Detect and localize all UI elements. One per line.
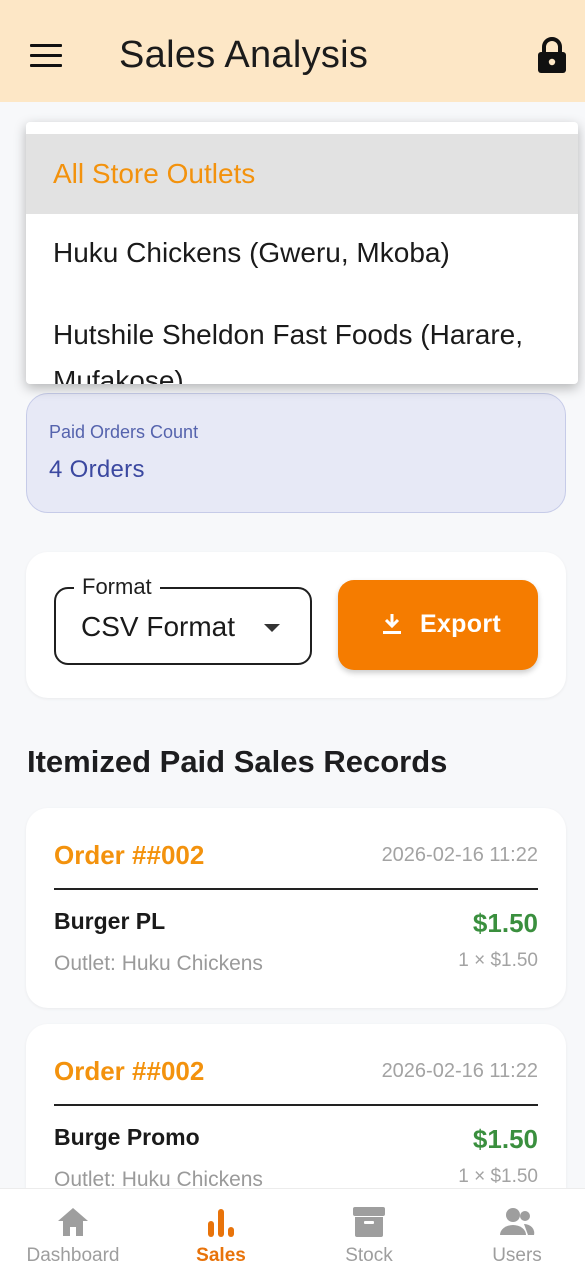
main-content: All Store Outlets Huku Chickens (Gweru, … — [0, 102, 585, 1188]
dropdown-item-all-outlets[interactable]: All Store Outlets — [26, 134, 578, 214]
format-select[interactable]: Format CSV Format — [54, 574, 312, 665]
export-button[interactable]: Export — [338, 580, 538, 670]
divider — [54, 888, 538, 890]
item-name: Burger PL — [54, 908, 166, 934]
item-outlet: Outlet: Huku Chickens — [54, 952, 263, 975]
export-button-label: Export — [420, 610, 501, 638]
home-icon — [58, 1208, 88, 1236]
order-card[interactable]: Order ##002 2026-02-16 11:22 Burge Promo… — [26, 1024, 566, 1188]
records-title: Itemized Paid Sales Records — [27, 744, 448, 779]
divider — [54, 1104, 538, 1106]
paid-orders-card: Paid Orders Count 4 Orders — [26, 393, 566, 513]
order-id: Order ##002 — [54, 1056, 205, 1086]
chevron-down-icon — [264, 624, 280, 632]
users-icon — [500, 1208, 535, 1235]
nav-label-users: Users — [492, 1245, 542, 1266]
nav-label-sales: Sales — [196, 1245, 246, 1266]
order-card[interactable]: Order ##002 2026-02-16 11:22 Burger PL $… — [26, 808, 566, 1008]
paid-orders-label: Paid Orders Count — [49, 422, 199, 442]
dropdown-item-hutshile-sheldon[interactable]: Hutshile Sheldon Fast Foods (Harare, Muf… — [26, 312, 526, 384]
bar-chart-icon — [208, 1209, 234, 1237]
outlet-dropdown-menu: All Store Outlets Huku Chickens (Gweru, … — [26, 122, 578, 384]
lock-icon[interactable] — [535, 36, 569, 74]
nav-item-users[interactable]: Users — [444, 1189, 585, 1280]
page-title: Sales Analysis — [119, 34, 369, 76]
item-quantity: 1 × $1.50 — [458, 1166, 538, 1187]
order-date: 2026-02-16 11:22 — [381, 844, 538, 866]
nav-item-stock[interactable]: Stock — [296, 1189, 442, 1280]
format-value: CSV Format — [81, 611, 236, 642]
format-legend: Format — [74, 574, 160, 600]
bottom-nav: Dashboard Sales Stock Users — [0, 1188, 585, 1280]
item-outlet: Outlet: Huku Chickens — [54, 1168, 263, 1188]
item-price: $1.50 — [472, 908, 538, 938]
download-icon — [383, 614, 401, 634]
app-bar: Sales Analysis — [0, 0, 585, 102]
nav-label-dashboard: Dashboard — [26, 1245, 120, 1266]
paid-orders-value: 4 Orders — [49, 456, 145, 483]
item-name: Burge Promo — [54, 1124, 200, 1150]
nav-item-sales[interactable]: Sales — [148, 1189, 294, 1280]
item-quantity: 1 × $1.50 — [458, 950, 538, 971]
export-card: Format CSV Format Export — [26, 552, 566, 698]
order-id: Order ##002 — [54, 840, 205, 870]
nav-label-stock: Stock — [345, 1245, 393, 1266]
item-price: $1.50 — [472, 1124, 538, 1154]
dropdown-item-huku-chickens[interactable]: Huku Chickens (Gweru, Mkoba) — [26, 222, 578, 284]
menu-icon[interactable] — [30, 44, 62, 68]
nav-item-dashboard[interactable]: Dashboard — [0, 1189, 146, 1280]
order-date: 2026-02-16 11:22 — [381, 1060, 538, 1082]
archive-icon — [353, 1207, 385, 1237]
